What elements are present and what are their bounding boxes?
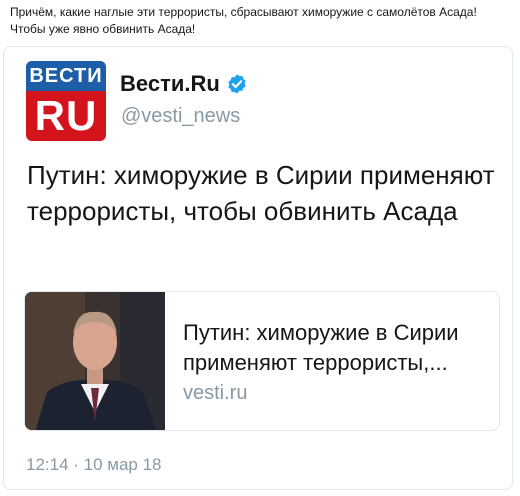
- avatar-logo-bottom: RU: [34, 92, 98, 139]
- display-name[interactable]: Вести.Ru: [120, 71, 220, 97]
- embedded-tweet[interactable]: ВЕСТИ RU Вести.Ru @vesti_news Путин: хим…: [3, 46, 513, 490]
- link-preview-card[interactable]: Путин: химоружие в Сирии применяют терро…: [24, 291, 500, 431]
- user-handle[interactable]: @vesti_news: [121, 105, 240, 128]
- man-in-suit-interview-image: [25, 292, 165, 430]
- link-thumbnail-image: [25, 292, 165, 430]
- caption-text: Причём, какие наглые эти террористы, сбр…: [10, 5, 477, 36]
- link-domain[interactable]: vesti.ru: [183, 382, 247, 405]
- verified-badge-icon: [228, 74, 246, 94]
- avatar-logo-top: ВЕСТИ: [26, 61, 106, 91]
- avatar[interactable]: ВЕСТИ RU: [26, 61, 106, 141]
- link-title[interactable]: Путин: химоружие в Сирии применяют терро…: [183, 318, 493, 378]
- display-name-row[interactable]: Вести.Ru: [120, 71, 248, 97]
- tweet-timestamp[interactable]: 12:14 · 10 мар 18: [26, 455, 162, 475]
- tweet-text: Путин: химоружие в Сирии применяют терро…: [27, 160, 495, 226]
